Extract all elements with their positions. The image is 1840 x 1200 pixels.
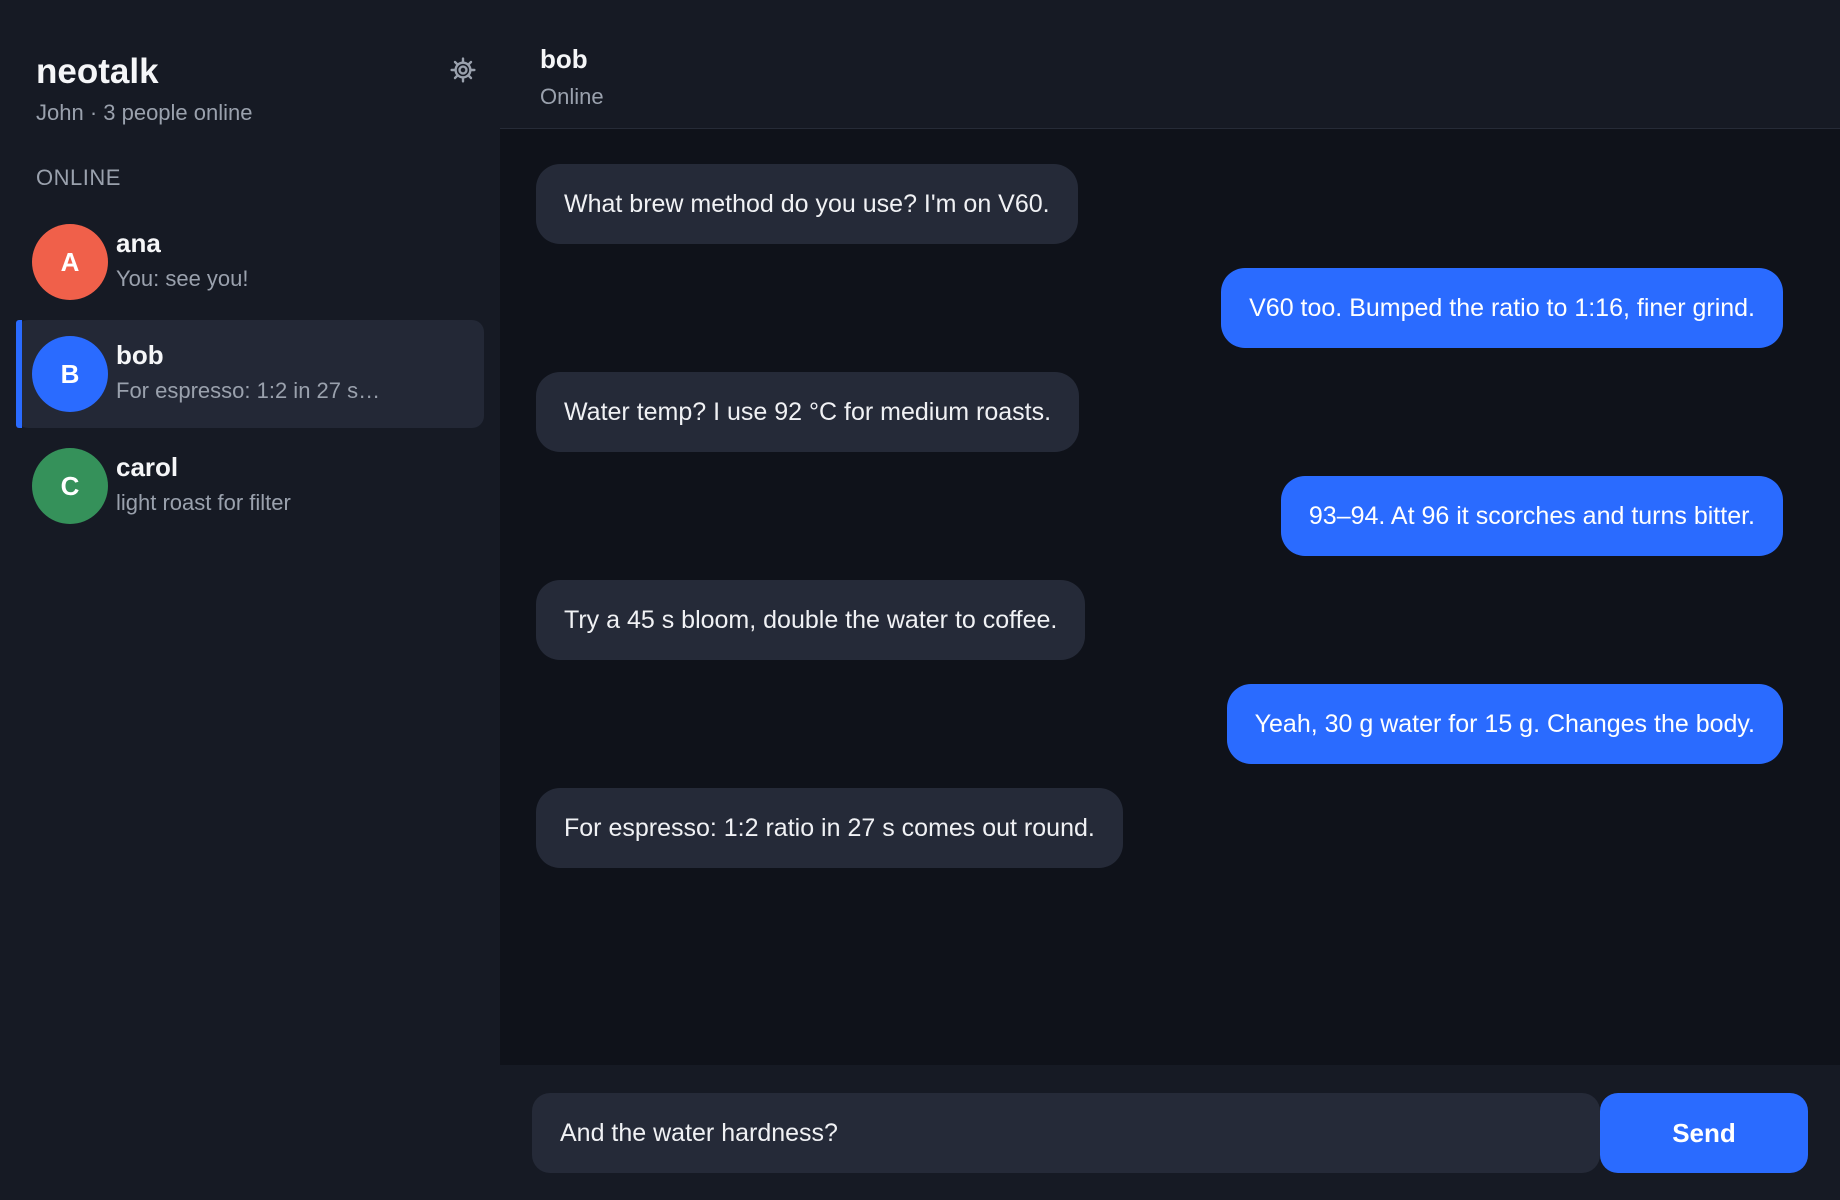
- contact-item-bob[interactable]: B bob For espresso: 1:2 in 27 s…: [16, 320, 484, 428]
- avatar: C: [32, 448, 108, 524]
- message-composer: Send: [500, 1065, 1840, 1200]
- contact-name: bob: [116, 340, 164, 370]
- contact-item-ana[interactable]: A ana You: see you!: [16, 208, 484, 316]
- avatar: B: [32, 336, 108, 412]
- message-bubble-outgoing: 93–94. At 96 it scorches and turns bitte…: [1280, 476, 1783, 556]
- send-button[interactable]: Send: [1600, 1093, 1808, 1173]
- chat-header: bob Online: [500, 0, 1840, 129]
- message-bubble-incoming: What brew method do you use? I'm on V60.: [536, 164, 1078, 244]
- contact-preview: light roast for filter: [116, 490, 291, 515]
- contact-name: carol: [116, 452, 179, 482]
- gear-icon[interactable]: [450, 57, 476, 83]
- chat-contact-name: bob: [540, 44, 588, 74]
- message-bubble-incoming: Water temp? I use 92 °C for medium roast…: [536, 372, 1080, 452]
- message-bubble-incoming: Try a 45 s bloom, double the water to co…: [536, 580, 1086, 660]
- online-section-label: ONLINE: [36, 165, 121, 190]
- message-input[interactable]: [532, 1093, 1600, 1173]
- sidebar: neotalk John · 3 people online ONLINE A …: [0, 0, 500, 1200]
- app-title: neotalk: [36, 52, 159, 91]
- contact-preview: For espresso: 1:2 in 27 s…: [116, 378, 381, 403]
- message-bubble-incoming: For espresso: 1:2 ratio in 27 s comes ou…: [536, 788, 1123, 868]
- app-subtitle: John · 3 people online: [36, 100, 253, 125]
- message-list[interactable]: What brew method do you use? I'm on V60.…: [500, 130, 1840, 1065]
- contact-item-carol[interactable]: C carol light roast for filter: [16, 432, 484, 540]
- contact-preview: You: see you!: [116, 266, 249, 291]
- message-bubble-outgoing: Yeah, 30 g water for 15 g. Changes the b…: [1226, 684, 1783, 764]
- chat-panel: bob Online What brew method do you use? …: [500, 0, 1840, 1200]
- message-bubble-outgoing: V60 too. Bumped the ratio to 1:16, finer…: [1221, 268, 1783, 348]
- contact-name: ana: [116, 228, 161, 258]
- chat-status: Online: [540, 84, 604, 109]
- avatar: A: [32, 224, 108, 300]
